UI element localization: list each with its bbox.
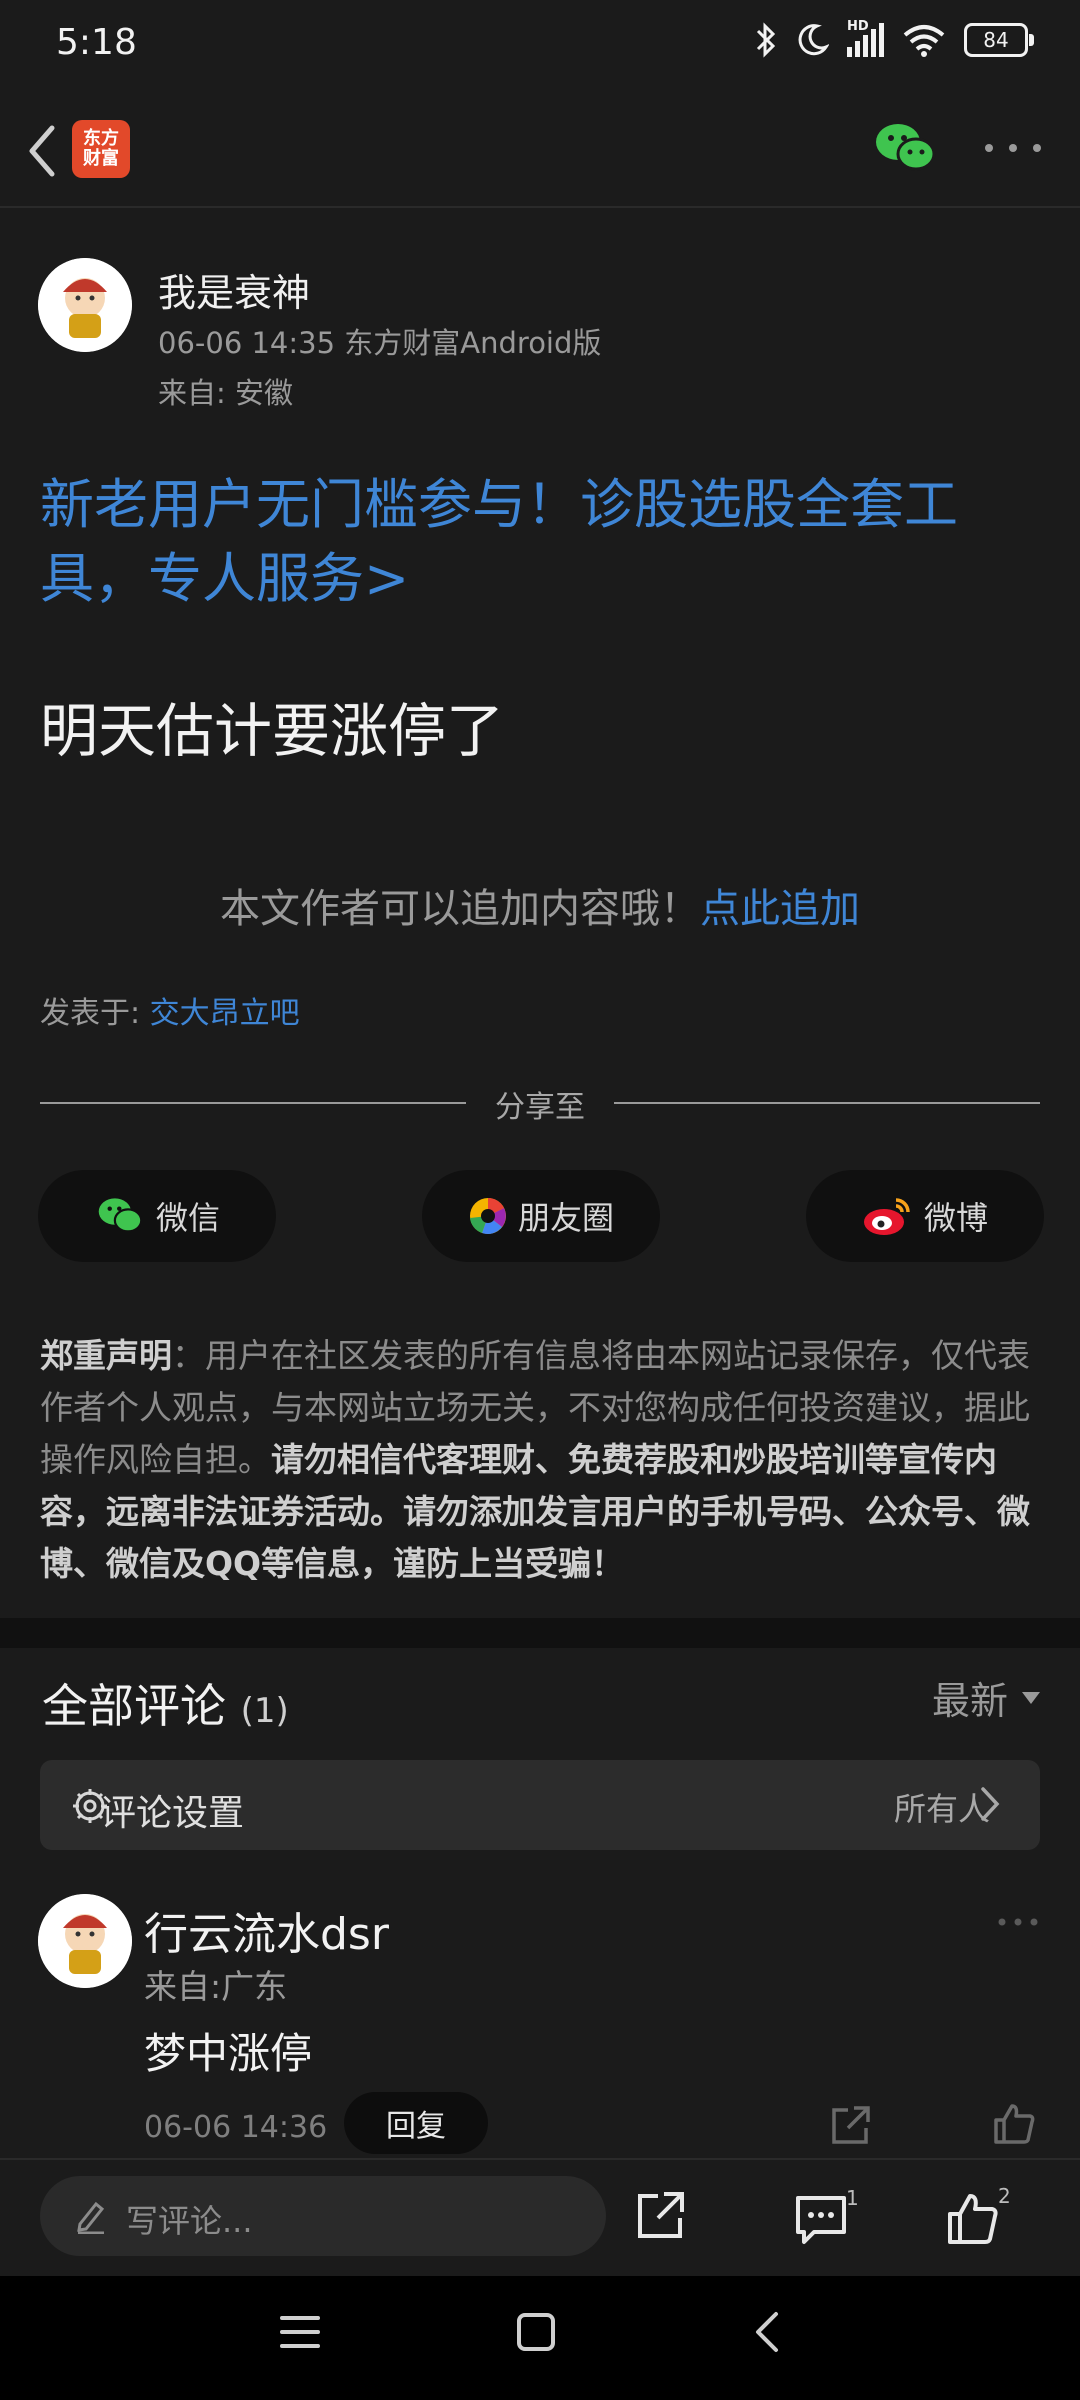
comment-count-badge: 1 (846, 2186, 859, 2210)
comments-header: 全部评论 (1) (42, 1670, 289, 1736)
promo-link[interactable]: 新老用户无门槛参与！诊股选股全套工具，专人服务> (40, 468, 1040, 616)
wechat-icon (98, 1198, 143, 1233)
like-count-button[interactable]: 2 (946, 2184, 1016, 2250)
back-button[interactable] (18, 118, 78, 184)
share-weibo-button[interactable]: 微博 (806, 1170, 1044, 1262)
like-count-badge: 2 (998, 2184, 1011, 2208)
append-content-prompt: 本文作者可以追加内容哦！点此追加 (0, 876, 1080, 934)
avatar-image (38, 1894, 132, 1988)
post-author-name[interactable]: 我是衰神 (158, 262, 310, 317)
menu-icon[interactable] (280, 2314, 320, 2350)
sort-dropdown[interactable]: 最新 (932, 1670, 1040, 1725)
bluetooth-icon (756, 22, 776, 58)
write-comment-placeholder: 写评论... (126, 2202, 253, 2240)
append-text: 本文作者可以追加内容哦！ (220, 886, 700, 932)
author-avatar[interactable] (38, 258, 132, 352)
posted-in: 发表于: 交大昂立吧 (40, 988, 300, 1032)
share-wechat-label: 微信 (155, 1199, 220, 1237)
comment-more-icon[interactable] (996, 1914, 1040, 1930)
sort-label: 最新 (931, 1679, 1008, 1723)
battery-level: 84 (983, 28, 1009, 52)
disclaimer: 郑重声明：用户在社区发表的所有信息将由本网站记录保存，仅代表作者个人观点，与本网… (40, 1330, 1044, 1590)
comments-title: 全部评论 (42, 1679, 226, 1733)
chevron-right-icon (981, 1787, 1000, 1821)
commenter-location: 来自:广东 (144, 1967, 288, 2006)
thumbs-up-icon (948, 2194, 998, 2244)
post-meta: 06-06 14:35 东方财富Android版 (158, 326, 602, 360)
section-divider (0, 1618, 1080, 1648)
more-options-button[interactable] (980, 130, 1046, 166)
comment-share-icon[interactable] (828, 2104, 872, 2146)
comment-settings-value: 所有人 (893, 1790, 990, 1828)
comment-count-button[interactable]: 1 (794, 2186, 864, 2250)
commenter-avatar[interactable] (38, 1894, 132, 1988)
avatar-image (38, 258, 132, 352)
pencil-icon (77, 2201, 105, 2234)
battery-icon: 84 (964, 23, 1034, 57)
posted-label: 发表于: (40, 996, 150, 1031)
comment-settings-label: 评论设置 (100, 1793, 245, 1834)
caret-down-icon (1022, 1691, 1040, 1704)
forum-link[interactable]: 交大昂立吧 (150, 996, 300, 1031)
share-title: 分享至 (495, 1090, 585, 1125)
share-wechat-button[interactable]: 微信 (38, 1170, 276, 1262)
post-content: 明天估计要涨停了 (40, 697, 505, 765)
more-dots-icon (985, 144, 1041, 152)
comment-like-icon[interactable] (992, 2102, 1036, 2146)
weibo-icon (863, 1198, 910, 1235)
share-moments-button[interactable]: 朋友圈 (422, 1170, 660, 1262)
moon-icon (798, 24, 829, 56)
append-link[interactable]: 点此追加 (700, 886, 860, 932)
logo-text: 东方 财富 (83, 128, 119, 169)
commenter-name[interactable]: 行云流水dsr (144, 1898, 389, 1962)
signal-icon: HD (847, 19, 884, 57)
comment-time: 06-06 14:36 (144, 2110, 328, 2145)
hd-label: HD (847, 19, 869, 34)
back-arrow-icon (29, 125, 55, 177)
wechat-icon (876, 124, 936, 171)
disclaimer-label: 郑重声明 (40, 1336, 172, 1375)
reply-button[interactable]: 回复 (344, 2092, 488, 2154)
post-location: 来自: 安徽 (158, 376, 293, 410)
wifi-icon (903, 25, 945, 57)
wechat-share-button[interactable] (872, 118, 938, 178)
status-time: 5:18 (56, 22, 137, 63)
share-weibo-label: 微博 (923, 1199, 988, 1237)
write-comment-input[interactable] (40, 2176, 606, 2256)
moments-icon (469, 1198, 506, 1234)
status-icons: HD 84 (755, 19, 1034, 58)
comment-bubble-icon (796, 2196, 846, 2244)
system-back-icon[interactable] (752, 2310, 782, 2354)
share-moments-label: 朋友圈 (517, 1199, 614, 1237)
comments-count: (1) (240, 1691, 289, 1731)
reply-label: 回复 (386, 2109, 446, 2144)
home-icon[interactable] (516, 2312, 556, 2352)
app-logo[interactable]: 东方 财富 (72, 120, 130, 178)
share-icon[interactable] (634, 2190, 686, 2242)
comment-text: 梦中涨停 (144, 2029, 313, 2078)
